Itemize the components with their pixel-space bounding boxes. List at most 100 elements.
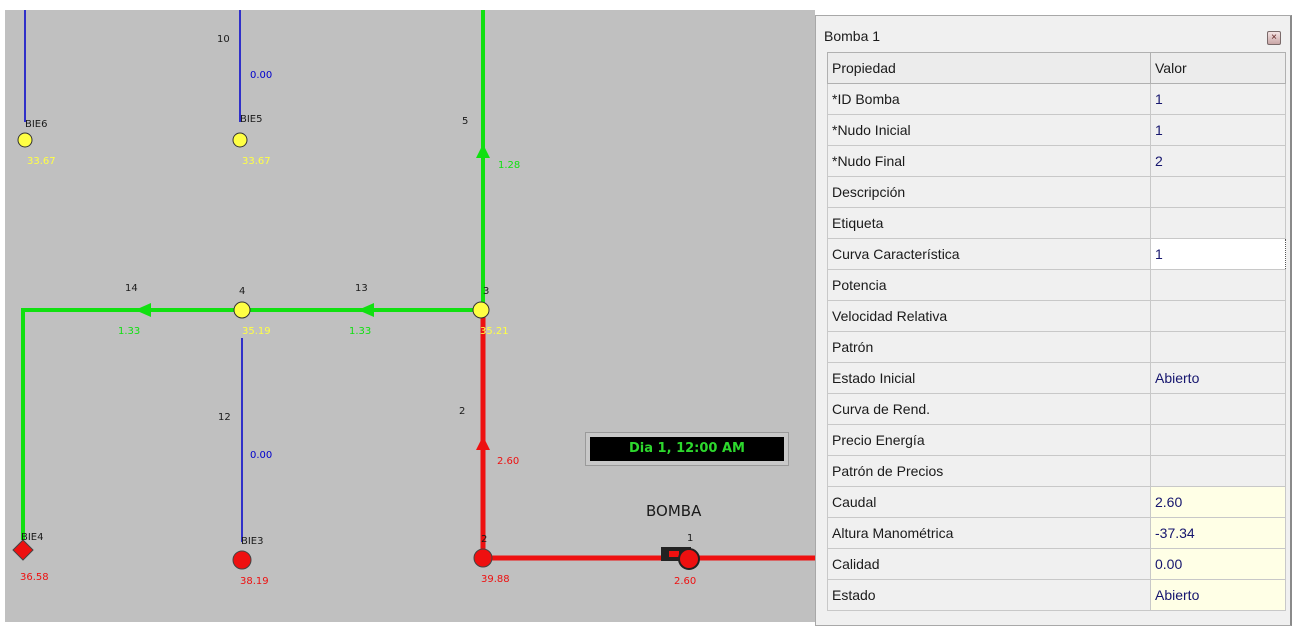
property-editor-window[interactable]: Bomba 1 × Propiedad Valor *ID Bomba 1 *Nud… xyxy=(815,15,1292,626)
property-value[interactable] xyxy=(1150,269,1286,301)
property-row[interactable]: *Nudo Final 2 xyxy=(827,145,1286,177)
property-name: Patrón de Precios xyxy=(827,455,1151,487)
property-row[interactable]: Descripción xyxy=(827,176,1286,208)
property-value: Abierto xyxy=(1150,579,1286,611)
property-row[interactable]: Precio Energía xyxy=(827,424,1286,456)
junction-node-4[interactable] xyxy=(233,301,251,319)
property-value: 0.00 xyxy=(1150,548,1286,580)
property-value[interactable]: 2 xyxy=(1150,145,1286,177)
property-name: Estado xyxy=(827,579,1151,611)
junction-node-bie6[interactable] xyxy=(17,132,33,148)
property-value[interactable] xyxy=(1150,207,1286,239)
node-id-label: BIE3 xyxy=(241,536,264,547)
property-value[interactable]: 1 xyxy=(1150,238,1286,270)
property-value[interactable]: 1 xyxy=(1150,114,1286,146)
property-grid: Propiedad Valor *ID Bomba 1 *Nudo Inicial 1… xyxy=(827,52,1286,611)
link-flow-label: 0.00 xyxy=(250,450,272,461)
simulation-time-text: Dia 1, 12:00 AM xyxy=(590,437,784,461)
node-id-label: BIE4 xyxy=(21,532,44,543)
flow-arrow-icon xyxy=(135,303,151,317)
property-name: Estado Inicial xyxy=(827,362,1151,394)
link-flow-label: 0.00 xyxy=(250,70,272,81)
node-value-label: 36.58 xyxy=(20,572,49,583)
property-row[interactable]: Altura Manométrica -37.34 xyxy=(827,517,1286,549)
property-row[interactable]: Estado Abierto xyxy=(827,579,1286,611)
node-value-label: 33.67 xyxy=(27,156,56,167)
property-name: Altura Manométrica xyxy=(827,517,1151,549)
link-flow-label: 2.60 xyxy=(497,456,519,467)
property-row[interactable]: Potencia xyxy=(827,269,1286,301)
property-name: Calidad xyxy=(827,548,1151,580)
property-row[interactable]: Curva de Rend. xyxy=(827,393,1286,425)
link-id-label: 10 xyxy=(217,34,230,45)
property-name: Velocidad Relativa xyxy=(827,300,1151,332)
property-value[interactable] xyxy=(1150,424,1286,456)
link-id-label: 12 xyxy=(218,412,231,423)
property-row[interactable]: *ID Bomba 1 xyxy=(827,83,1286,115)
property-row[interactable]: Patrón de Precios xyxy=(827,455,1286,487)
property-value[interactable]: Abierto xyxy=(1150,362,1286,394)
property-value[interactable] xyxy=(1150,176,1286,208)
property-row[interactable]: Curva Característica 1 xyxy=(827,238,1286,270)
property-value[interactable] xyxy=(1150,393,1286,425)
pump-icon[interactable] xyxy=(661,547,700,570)
property-row[interactable]: Calidad 0.00 xyxy=(827,548,1286,580)
property-row[interactable]: Patrón xyxy=(827,331,1286,363)
node-value-label: 39.88 xyxy=(481,574,510,585)
flow-arrow-icon xyxy=(358,303,374,317)
junction-node-2[interactable] xyxy=(473,548,493,568)
node-id-label: 2 xyxy=(481,534,487,545)
flow-arrow-icon xyxy=(476,144,490,158)
column-header-value: Valor xyxy=(1150,52,1286,84)
property-row[interactable]: Caudal 2.60 xyxy=(827,486,1286,518)
property-row[interactable]: Etiqueta xyxy=(827,207,1286,239)
flow-arrow-icon xyxy=(476,436,490,450)
pipe-13-14[interactable] xyxy=(21,308,478,540)
column-header-property: Propiedad xyxy=(827,52,1151,84)
property-name: Caudal xyxy=(827,486,1151,518)
close-icon[interactable]: × xyxy=(1267,31,1281,45)
network-map[interactable]: 10 BIE6 BIE5 4 3 BIE4 BIE3 2 5 14 13 12 … xyxy=(5,10,815,622)
property-row[interactable]: Velocidad Relativa xyxy=(827,300,1286,332)
network-map-canvas[interactable]: 10 BIE6 BIE5 4 3 BIE4 BIE3 2 5 14 13 12 … xyxy=(5,10,815,622)
property-name: Potencia xyxy=(827,269,1151,301)
junction-node-bie4[interactable] xyxy=(12,539,34,561)
property-name: Curva Característica xyxy=(827,238,1151,270)
pump-label: BOMBA xyxy=(646,502,702,520)
link-id-label: 2 xyxy=(459,406,465,417)
property-name: Precio Energía xyxy=(827,424,1151,456)
junction-node-bie3[interactable] xyxy=(232,550,252,570)
link-flow-label: 1.33 xyxy=(349,326,371,337)
link-flow-label: 2.60 xyxy=(674,576,696,587)
property-name: Patrón xyxy=(827,331,1151,363)
property-name: Curva de Rend. xyxy=(827,393,1151,425)
simulation-clock: Dia 1, 12:00 AM xyxy=(585,432,789,466)
link-id-label: 1 xyxy=(687,533,693,544)
property-value[interactable] xyxy=(1150,300,1286,332)
node-value-label: 35.21 xyxy=(480,326,509,337)
node-value-label: 35.19 xyxy=(242,326,271,337)
node-id-label: 3 xyxy=(483,286,489,297)
node-value-label: 33.67 xyxy=(242,156,271,167)
property-value[interactable] xyxy=(1150,331,1286,363)
property-name: *Nudo Inicial xyxy=(827,114,1151,146)
property-value: 2.60 xyxy=(1150,486,1286,518)
property-value[interactable] xyxy=(1150,455,1286,487)
link-flow-label: 1.33 xyxy=(118,326,140,337)
property-row[interactable]: *Nudo Inicial 1 xyxy=(827,114,1286,146)
link-flow-label: 1.28 xyxy=(498,160,520,171)
node-id-label: 4 xyxy=(239,286,245,297)
property-value: -37.34 xyxy=(1150,517,1286,549)
property-name: *Nudo Final xyxy=(827,145,1151,177)
property-row[interactable]: Estado Inicial Abierto xyxy=(827,362,1286,394)
link-id-label: 14 xyxy=(125,283,138,294)
panel-title: Bomba 1 xyxy=(824,28,881,44)
property-name: Etiqueta xyxy=(827,207,1151,239)
node-value-label: 38.19 xyxy=(240,576,269,587)
property-value[interactable]: 1 xyxy=(1150,83,1286,115)
junction-node-3[interactable] xyxy=(472,301,490,319)
link-id-label: 13 xyxy=(355,283,368,294)
node-id-label: BIE6 xyxy=(25,119,48,130)
junction-node-bie5[interactable] xyxy=(232,132,248,148)
property-name: Descripción xyxy=(827,176,1151,208)
